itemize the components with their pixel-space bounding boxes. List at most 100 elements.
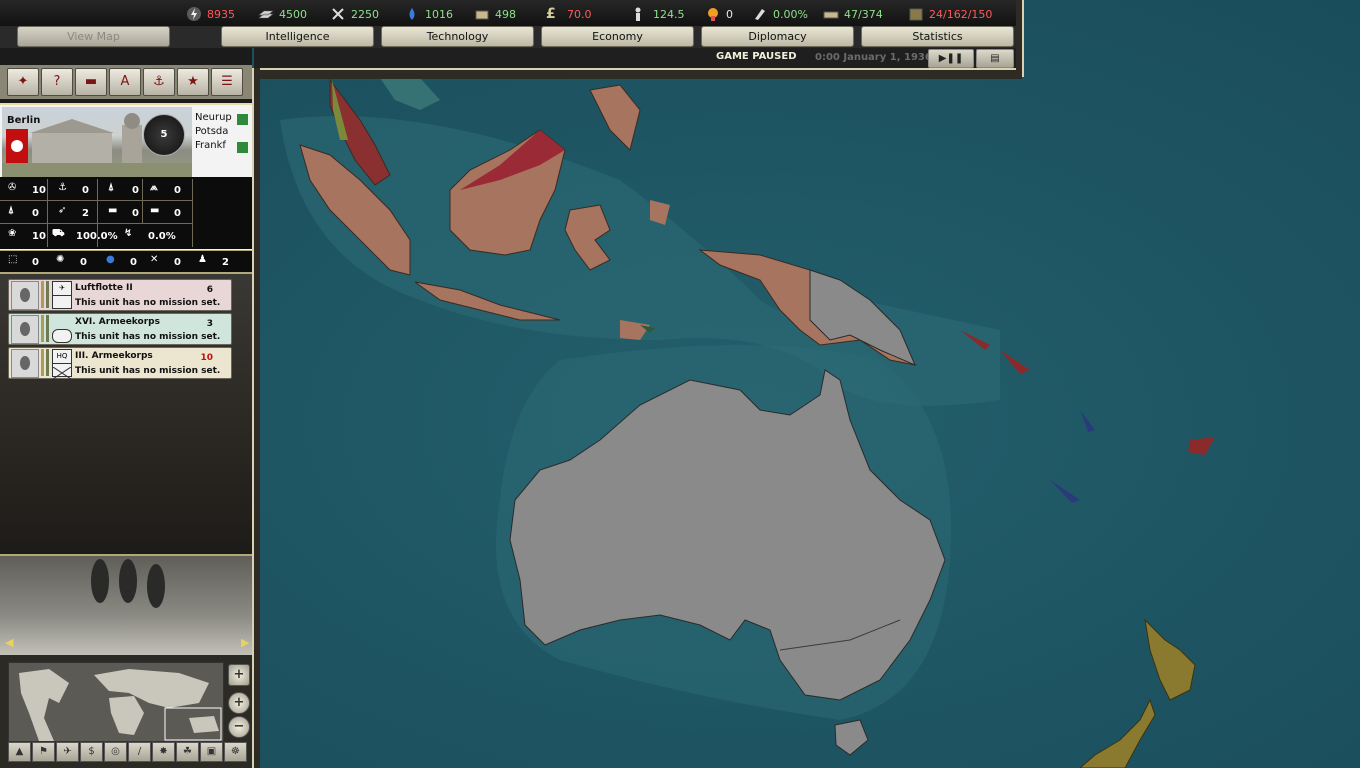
metal-resource[interactable]: 4500	[258, 5, 307, 23]
stat-metal: ⬚ 0	[8, 251, 39, 273]
energy-value: 8935	[207, 7, 235, 21]
scroll-right-arrow[interactable]: ▶	[241, 636, 249, 649]
transports-value: 47/374	[844, 7, 883, 21]
unit-card-xvi-armeekorps[interactable]: XVI. Armeekorps 3 This unit has no missi…	[8, 313, 232, 345]
air-tool-button[interactable]: A	[109, 68, 141, 96]
industry-icon: ✇	[8, 182, 17, 193]
manpower-value: 124.5	[653, 7, 685, 21]
stat-energy: ✺ 0	[56, 251, 87, 273]
stat-radar: ⩕ 0	[150, 179, 181, 201]
scroll-left-arrow[interactable]: ◀	[5, 636, 13, 649]
infantry-unit-icon	[52, 363, 72, 380]
unit-card-iii-armeekorps[interactable]: HQ III. Armeekorps 10 This unit has no m…	[8, 347, 232, 380]
tab-intelligence[interactable]: Intelligence	[221, 26, 374, 47]
commander-portrait	[11, 281, 39, 310]
army-tool-button[interactable]: ▬	[75, 68, 107, 96]
expand-minimap-button[interactable]: +	[228, 664, 250, 686]
play-pause-button[interactable]: ▶❚❚	[928, 49, 974, 68]
manpower-resource[interactable]: 124.5	[632, 5, 685, 23]
game-paused-label: GAME PAUSED	[716, 51, 797, 62]
stat-leadership: ♟ 2	[198, 251, 229, 273]
neighbor-province-1-icon	[237, 114, 248, 125]
unit-mission-status: This unit has no mission set.	[75, 298, 221, 308]
stat-infrastructure: ⚓ 0	[58, 179, 89, 201]
oil-resource[interactable]: 1016	[404, 5, 453, 23]
victory-point-badge: 5	[143, 114, 185, 156]
air-filter-button[interactable]: ✈	[56, 742, 79, 762]
soldiers-photo	[0, 554, 252, 656]
oil-drop-icon	[404, 6, 420, 22]
menu-button[interactable]: ▤	[976, 49, 1014, 68]
navy-tool-button[interactable]: ⚓	[143, 68, 175, 96]
nation-flag[interactable]	[6, 129, 28, 163]
rare-materials-value: 2250	[351, 7, 379, 21]
unit-name: III. Armeekorps	[75, 351, 153, 361]
production-tool-button[interactable]: ✦	[7, 68, 39, 96]
neighbor-province-2[interactable]: Potsda	[195, 126, 228, 137]
partisan-filter-button[interactable]: /	[128, 742, 151, 762]
nukes-resource[interactable]: 0	[705, 5, 733, 23]
unit-strength: 6	[206, 285, 213, 295]
manpower-icon	[632, 6, 648, 22]
transports-resource[interactable]: 47/374	[823, 5, 883, 23]
energy-icon: ✺	[56, 254, 65, 265]
metal-value: 4500	[279, 7, 307, 21]
escorts-resource[interactable]: 24/162/150	[908, 5, 992, 23]
tab-diplomacy[interactable]: Diplomacy	[701, 26, 854, 47]
zoom-out-button[interactable]: −	[228, 716, 250, 738]
unit-name: XVI. Armeekorps	[75, 317, 160, 327]
province-name: Berlin	[7, 115, 41, 126]
province-stats: ✇10 ⚓0 ⍋0 ⩕0 ⍋0 ➶2 ▬0 ▬0 ❀10 ⛟100.0% ↯0.…	[0, 177, 252, 249]
rail-icon: ⛟	[52, 228, 65, 239]
blank-unit-icon	[52, 315, 70, 328]
oil-value: 1016	[425, 7, 453, 21]
tab-technology[interactable]: Technology	[381, 26, 534, 47]
rocket-icon: ➶	[58, 205, 67, 216]
supplies-resource[interactable]: 498	[474, 5, 516, 23]
settings-tool-button[interactable]: ☰	[211, 68, 243, 96]
tab-bar: View Map Intelligence Technology Economy…	[0, 26, 1022, 48]
leader-tool-button[interactable]: ★	[177, 68, 209, 96]
stat-oil: ● 0	[106, 251, 137, 273]
stat-dissent: ↯ 0.0%	[124, 225, 176, 247]
resource-filter-button[interactable]: ▣	[200, 742, 223, 762]
commander-portrait	[11, 349, 39, 378]
airbase-icon: ▬	[108, 205, 118, 216]
economy-filter-button[interactable]: $	[80, 742, 103, 762]
political-filter-button[interactable]: ⚑	[32, 742, 55, 762]
neighbor-province-1[interactable]: Neurup	[195, 112, 232, 123]
unit-card-luftflotte[interactable]: ✈ Luftflotte II 6 This unit has no missi…	[8, 279, 232, 311]
unit-strength: 3	[206, 319, 213, 329]
supply-filter-button[interactable]: ◎	[104, 742, 127, 762]
tab-view-map[interactable]: View Map	[17, 26, 170, 47]
diplomatic-filter-button[interactable]: ☸	[224, 742, 247, 762]
zoom-in-button[interactable]: +	[228, 692, 250, 714]
anchor-icon: ⚓	[58, 182, 67, 193]
alliance-filter-button[interactable]: ☘	[176, 742, 199, 762]
tab-economy[interactable]: Economy	[541, 26, 694, 47]
stat-rare: ✕ 0	[150, 251, 181, 273]
commander-portrait	[11, 315, 39, 344]
minimap[interactable]	[8, 662, 224, 742]
energy-resource[interactable]: 8935	[186, 5, 235, 23]
money-resource[interactable]: £ 70.0	[546, 5, 592, 23]
stat-aa: ⍋ 0	[108, 179, 139, 201]
help-tool-button[interactable]: ?	[41, 68, 73, 96]
province-resource-stats: ⬚ 0 ✺ 0 ● 0 ✕ 0 ♟ 2	[0, 250, 252, 273]
rare-materials-resource[interactable]: 2250	[330, 5, 379, 23]
lightning-icon	[186, 6, 202, 22]
tab-statistics[interactable]: Statistics	[861, 26, 1014, 47]
weather-filter-button[interactable]: ✸	[152, 742, 175, 762]
terrain-filter-button[interactable]: ▲	[8, 742, 31, 762]
neighbor-province-3[interactable]: Frankf	[195, 140, 226, 151]
dissent-value: 0.00%	[773, 7, 808, 21]
unit-strength: 10	[200, 353, 213, 363]
flak-icon: ⍋	[108, 182, 114, 193]
supplies-value: 498	[495, 7, 516, 21]
money-value: 70.0	[567, 7, 592, 21]
unit-type-icon	[52, 295, 72, 309]
dissent-resource[interactable]: 0.00%	[752, 5, 808, 23]
stat-airbase: ▬ 0	[108, 202, 139, 224]
manpower-icon: ❀	[8, 228, 17, 239]
rare-materials-icon	[330, 6, 346, 22]
